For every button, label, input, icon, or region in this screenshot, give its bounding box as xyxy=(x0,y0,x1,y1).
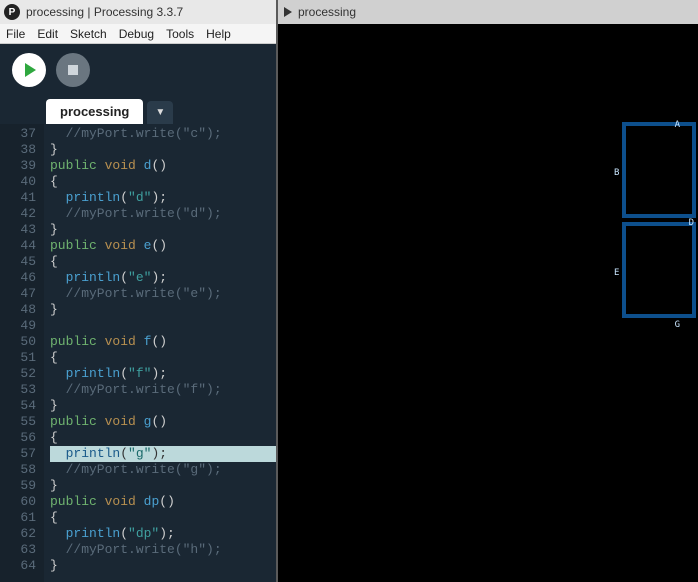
editor-titlebar[interactable]: P processing | Processing 3.3.7 xyxy=(0,0,276,24)
sketch-canvas: A B D E G xyxy=(278,24,698,582)
tab-menu-button[interactable]: ▼ xyxy=(147,101,173,124)
line-number: 48 xyxy=(0,302,36,318)
line-number: 47 xyxy=(0,286,36,302)
menu-debug[interactable]: Debug xyxy=(119,27,154,41)
segment-lower xyxy=(622,222,696,318)
menu-bar: File Edit Sketch Debug Tools Help xyxy=(0,24,276,44)
processing-app-icon: P xyxy=(4,4,20,20)
stop-icon xyxy=(68,65,78,75)
code-line[interactable]: //myPort.write("d"); xyxy=(50,206,276,222)
line-number: 58 xyxy=(0,462,36,478)
menu-edit[interactable]: Edit xyxy=(37,27,58,41)
code-line[interactable]: public void e() xyxy=(50,238,276,254)
code-line[interactable]: //myPort.write("g"); xyxy=(50,462,276,478)
sketch-play-icon xyxy=(282,7,292,17)
code-line[interactable]: //myPort.write("f"); xyxy=(50,382,276,398)
line-number: 38 xyxy=(0,142,36,158)
line-number: 55 xyxy=(0,414,36,430)
code-line[interactable]: //myPort.write("c"); xyxy=(50,126,276,142)
seven-segment-display: A B D E G xyxy=(618,122,698,332)
code-line[interactable]: println("g"); xyxy=(50,446,276,462)
code-line[interactable]: } xyxy=(50,478,276,494)
code-line[interactable]: } xyxy=(50,222,276,238)
line-number: 37 xyxy=(0,126,36,142)
line-number: 51 xyxy=(0,350,36,366)
editor-window: P processing | Processing 3.3.7 File Edi… xyxy=(0,0,276,582)
window-title: processing | Processing 3.3.7 xyxy=(26,5,183,19)
menu-sketch[interactable]: Sketch xyxy=(70,27,107,41)
menu-tools[interactable]: Tools xyxy=(166,27,194,41)
line-number: 42 xyxy=(0,206,36,222)
line-number: 53 xyxy=(0,382,36,398)
segment-label-d: D xyxy=(689,218,694,228)
code-line[interactable]: println("d"); xyxy=(50,190,276,206)
code-line[interactable]: } xyxy=(50,142,276,158)
code-line[interactable]: println("f"); xyxy=(50,366,276,382)
line-number: 60 xyxy=(0,494,36,510)
code-line[interactable]: public void g() xyxy=(50,414,276,430)
segment-label-b: B xyxy=(614,168,619,178)
code-line[interactable]: { xyxy=(50,510,276,526)
line-number: 64 xyxy=(0,558,36,574)
code-area[interactable]: //myPort.write("c");}public void d(){ pr… xyxy=(44,124,276,582)
line-number: 59 xyxy=(0,478,36,494)
code-line[interactable] xyxy=(50,318,276,334)
line-number: 62 xyxy=(0,526,36,542)
code-line[interactable]: { xyxy=(50,174,276,190)
sketch-titlebar[interactable]: processing xyxy=(278,0,698,24)
line-number: 44 xyxy=(0,238,36,254)
code-line[interactable]: public void dp() xyxy=(50,494,276,510)
code-line[interactable]: } xyxy=(50,558,276,574)
segment-label-g: G xyxy=(675,320,680,330)
code-editor[interactable]: 3738394041424344454647484950515253545556… xyxy=(0,124,276,582)
code-line[interactable]: { xyxy=(50,430,276,446)
segment-label-a: A xyxy=(675,120,680,130)
line-number: 49 xyxy=(0,318,36,334)
segment-label-e: E xyxy=(614,268,619,278)
line-number: 40 xyxy=(0,174,36,190)
tab-processing[interactable]: processing xyxy=(46,99,143,124)
menu-file[interactable]: File xyxy=(6,27,25,41)
line-number: 52 xyxy=(0,366,36,382)
play-icon xyxy=(25,63,36,77)
line-number: 56 xyxy=(0,430,36,446)
code-line[interactable]: { xyxy=(50,350,276,366)
sketch-title: processing xyxy=(298,5,356,19)
line-number: 46 xyxy=(0,270,36,286)
code-line[interactable]: } xyxy=(50,398,276,414)
line-number: 57 xyxy=(0,446,36,462)
tab-bar: processing ▼ xyxy=(0,96,276,124)
menu-help[interactable]: Help xyxy=(206,27,231,41)
code-line[interactable]: public void f() xyxy=(50,334,276,350)
code-line[interactable]: //myPort.write("e"); xyxy=(50,286,276,302)
line-number: 61 xyxy=(0,510,36,526)
sketch-window: processing A B D E G xyxy=(276,0,698,582)
line-number: 45 xyxy=(0,254,36,270)
line-number: 41 xyxy=(0,190,36,206)
code-line[interactable]: println("dp"); xyxy=(50,526,276,542)
code-line[interactable]: { xyxy=(50,254,276,270)
code-line[interactable]: println("e"); xyxy=(50,270,276,286)
line-number: 54 xyxy=(0,398,36,414)
code-line[interactable]: public void d() xyxy=(50,158,276,174)
stop-button[interactable] xyxy=(56,53,90,87)
code-line[interactable]: } xyxy=(50,302,276,318)
run-button[interactable] xyxy=(12,53,46,87)
line-number: 43 xyxy=(0,222,36,238)
code-line[interactable]: //myPort.write("h"); xyxy=(50,542,276,558)
line-gutter: 3738394041424344454647484950515253545556… xyxy=(0,124,44,582)
toolbar xyxy=(0,44,276,96)
segment-upper xyxy=(622,122,696,218)
line-number: 63 xyxy=(0,542,36,558)
line-number: 39 xyxy=(0,158,36,174)
line-number: 50 xyxy=(0,334,36,350)
